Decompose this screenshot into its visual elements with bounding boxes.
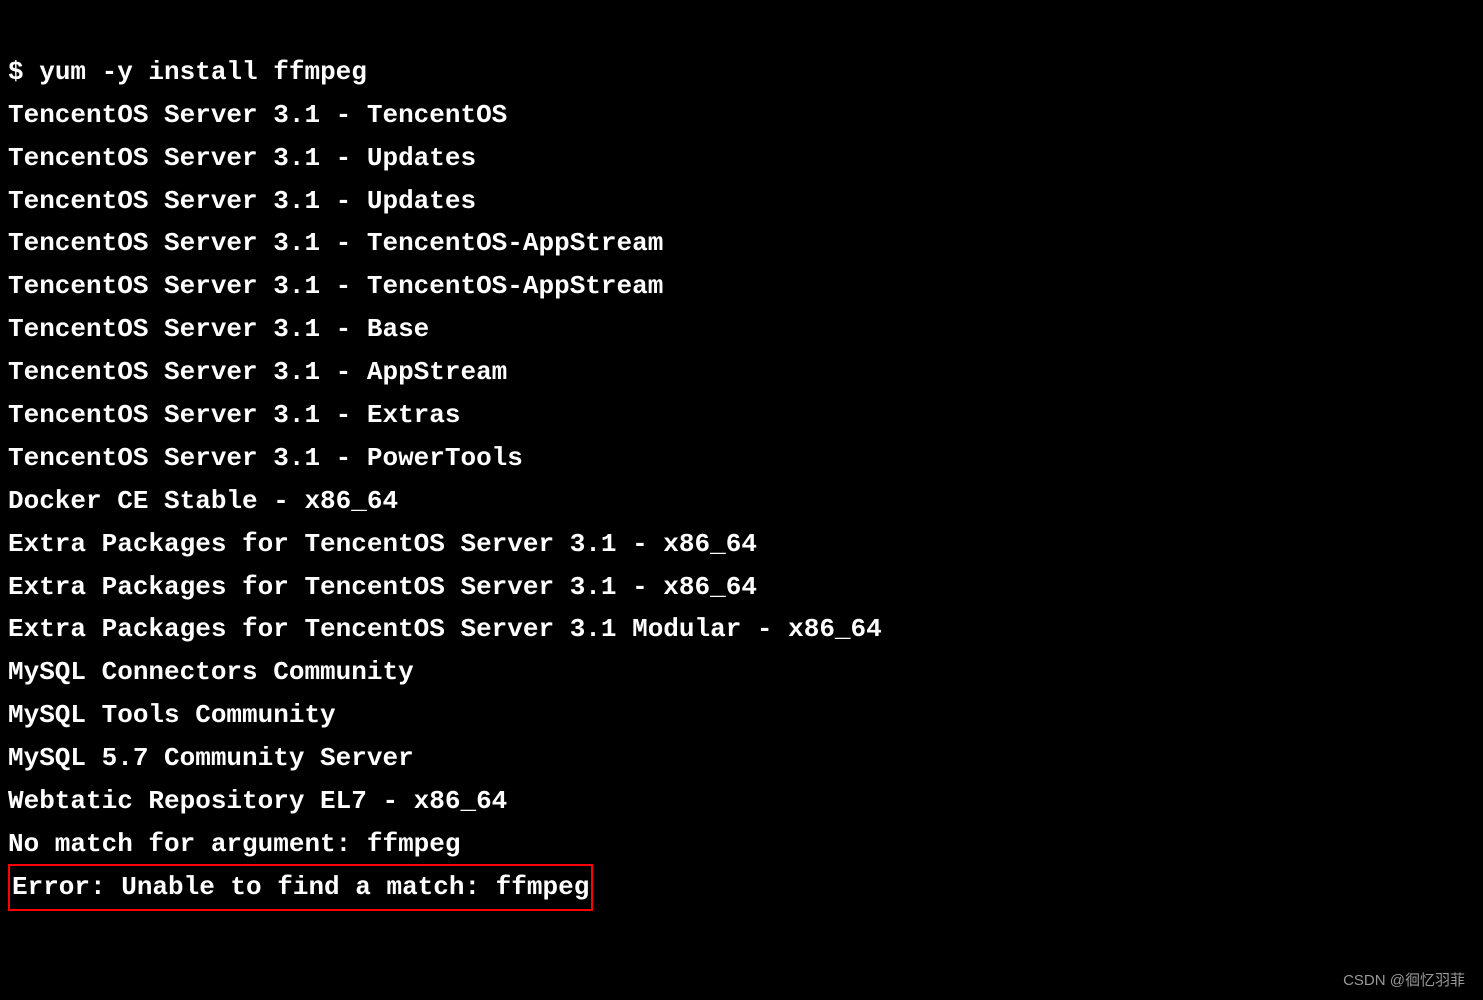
output-line: TencentOS Server 3.1 - Extras (8, 394, 1475, 437)
output-line: Extra Packages for TencentOS Server 3.1 … (8, 566, 1475, 609)
output-line: MySQL 5.7 Community Server (8, 737, 1475, 780)
no-match-arg: ffmpeg (367, 829, 461, 859)
output-line: Extra Packages for TencentOS Server 3.1 … (8, 523, 1475, 566)
command-line: $ yum -y install ffmpeg (8, 51, 1475, 94)
output-line: Extra Packages for TencentOS Server 3.1 … (8, 608, 1475, 651)
output-line: MySQL Connectors Community (8, 651, 1475, 694)
error-line: Error: Unable to find a match: ffmpeg (12, 872, 589, 902)
output-line: TencentOS Server 3.1 - Base (8, 308, 1475, 351)
no-match-prefix: No match for argument: (8, 829, 367, 859)
watermark-text: CSDN @徊忆羽菲 (1343, 969, 1465, 994)
terminal-window[interactable]: $ yum -y install ffmpegTencentOS Server … (8, 8, 1475, 911)
output-line: Webtatic Repository EL7 - x86_64 (8, 780, 1475, 823)
output-line: TencentOS Server 3.1 - TencentOS-AppStre… (8, 265, 1475, 308)
output-line: TencentOS Server 3.1 - PowerTools (8, 437, 1475, 480)
output-line: TencentOS Server 3.1 - AppStream (8, 351, 1475, 394)
output-line: TencentOS Server 3.1 - TencentOS-AppStre… (8, 222, 1475, 265)
output-line: TencentOS Server 3.1 - Updates (8, 137, 1475, 180)
command-text: yum -y install ffmpeg (39, 57, 367, 87)
output-line: Docker CE Stable - x86_64 (8, 480, 1475, 523)
output-line: TencentOS Server 3.1 - Updates (8, 180, 1475, 223)
no-match-line: No match for argument: ffmpeg (8, 823, 1475, 866)
output-line: TencentOS Server 3.1 - TencentOS (8, 94, 1475, 137)
error-highlight-box: Error: Unable to find a match: ffmpeg (8, 864, 593, 911)
output-line: MySQL Tools Community (8, 694, 1475, 737)
shell-prompt: $ (8, 57, 24, 87)
